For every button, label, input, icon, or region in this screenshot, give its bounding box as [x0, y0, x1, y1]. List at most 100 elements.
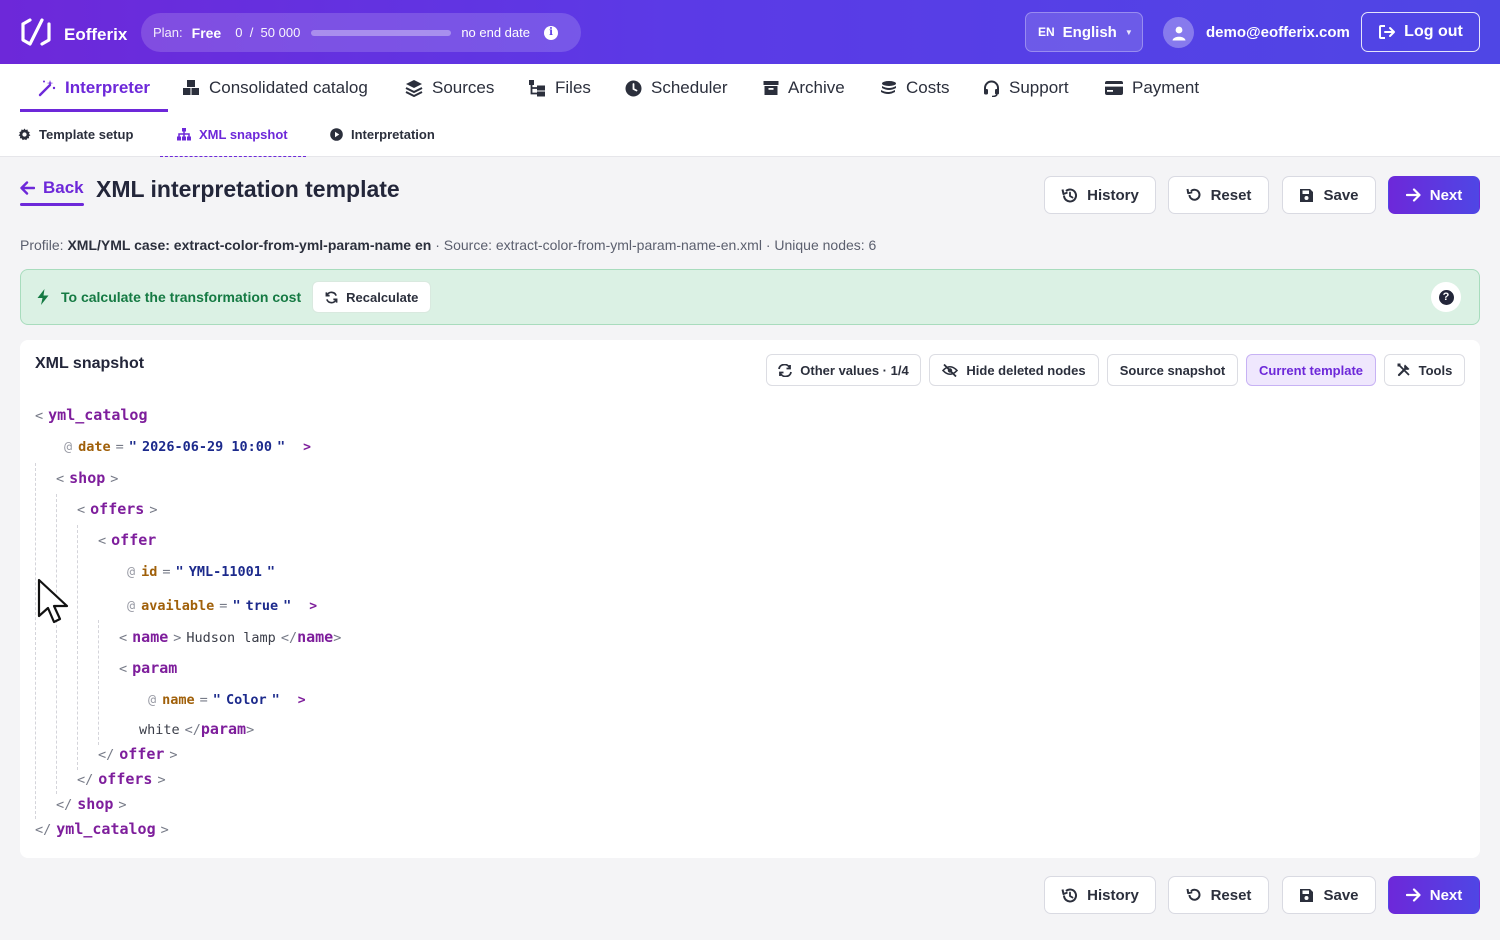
main-nav: Interpreter Consolidated catalog Sources…: [0, 64, 1500, 112]
nav-item-label: Scheduler: [651, 78, 728, 97]
page-title: XML interpretation template: [96, 176, 400, 202]
xml-node-param-text[interactable]: white </param >: [139, 720, 254, 738]
logout-icon: [1379, 25, 1396, 39]
profile-label: Profile:: [20, 237, 64, 253]
history-label: History: [1087, 886, 1139, 904]
reset-label: Reset: [1210, 886, 1252, 904]
xml-node-offers-open[interactable]: < offers >: [77, 500, 157, 518]
indent-guide: [77, 525, 78, 770]
logout-button[interactable]: Log out: [1361, 12, 1480, 52]
back-link[interactable]: Back: [20, 178, 84, 206]
brand[interactable]: Eofferix: [20, 18, 127, 51]
next-button-bottom[interactable]: Next: [1388, 876, 1480, 914]
user-icon: [1172, 26, 1185, 40]
floppy-icon: [1300, 888, 1314, 902]
user-menu[interactable]: demo@eofferix.com: [1163, 17, 1350, 48]
xml-node-root-close[interactable]: </yml_catalog >: [35, 820, 169, 838]
xml-node-offer-open[interactable]: < offer: [98, 531, 156, 549]
nav-item-label: Consolidated catalog: [209, 78, 368, 97]
back-label: Back: [43, 178, 84, 197]
recalculate-label: Recalculate: [346, 289, 419, 305]
save-label: Save: [1323, 186, 1359, 204]
xml-attr-param-name[interactable]: @ name = " Color " >: [148, 692, 306, 708]
history-button-bottom[interactable]: History: [1044, 876, 1156, 914]
info-icon[interactable]: i: [544, 25, 558, 40]
history-icon: [1061, 187, 1078, 202]
xml-attr-date[interactable]: @ date = " 2026-06-29 10:00 " >: [64, 439, 311, 455]
xml-node-root-open[interactable]: < yml_catalog: [35, 406, 147, 424]
history-label: History: [1087, 186, 1139, 204]
save-button[interactable]: Save: [1282, 176, 1376, 214]
tab-interpretation[interactable]: Interpretation: [330, 112, 435, 157]
save-button-bottom[interactable]: Save: [1282, 876, 1376, 914]
clock-icon: [625, 80, 642, 96]
indent-guide: [98, 620, 99, 745]
archive-icon: [763, 81, 779, 95]
tab-label: XML snapshot: [199, 127, 288, 142]
language-select[interactable]: EN English ▼: [1025, 12, 1143, 52]
nav-item-label: Archive: [788, 78, 845, 97]
arrow-right-icon: [1405, 888, 1421, 902]
recalculate-button[interactable]: Recalculate: [312, 281, 432, 313]
card-icon: [1105, 81, 1123, 95]
reset-button[interactable]: Reset: [1168, 176, 1269, 214]
next-label: Next: [1429, 886, 1463, 904]
wand-icon: [38, 80, 56, 97]
tab-xml-snapshot[interactable]: XML snapshot: [160, 112, 306, 157]
plan-count: 0 / 50 000: [235, 25, 301, 40]
nav-item-consolidated-catalog[interactable]: Consolidated catalog: [182, 64, 368, 112]
nav-item-archive[interactable]: Archive: [763, 64, 845, 112]
plan-name: Free: [191, 24, 222, 41]
nav-item-label: Costs: [906, 78, 950, 97]
xml-node-param-open[interactable]: < param: [119, 659, 177, 677]
profile-name: XML/YML case: extract-color-from-yml-par…: [67, 237, 432, 253]
nav-item-sources[interactable]: Sources: [405, 64, 494, 112]
help-button[interactable]: ?: [1431, 282, 1461, 312]
indent-guide: [56, 494, 57, 794]
tab-label: Interpretation: [351, 127, 435, 142]
folder-tree-icon: [529, 80, 545, 97]
xml-tree: < yml_catalog @ date = " 2026-06-29 10:00 " > <…: [20, 340, 1480, 858]
xml-attr-available[interactable]: @ available = " true " >: [127, 598, 317, 614]
nav-item-scheduler[interactable]: Scheduler: [625, 64, 728, 112]
nav-item-label: Files: [555, 78, 591, 97]
coins-icon: [881, 80, 896, 94]
xml-snapshot-panel: XML snapshot Other values · 1/4 Hide del…: [20, 340, 1480, 858]
nav-item-files[interactable]: Files: [528, 64, 591, 112]
nav-item-interpreter[interactable]: Interpreter: [19, 64, 169, 112]
nav-item-label: Payment: [1132, 78, 1200, 97]
xml-node-offers-close[interactable]: </offers >: [77, 770, 166, 788]
plan-label: Plan:: [153, 25, 183, 40]
xml-attr-id[interactable]: @ id = " YML-11001 ": [127, 564, 275, 580]
cost-banner: To calculate the transformation cost Rec…: [20, 269, 1480, 325]
xml-node-shop-close[interactable]: </shop >: [56, 795, 127, 813]
play-circle-icon: [330, 128, 343, 141]
xml-node-shop-open[interactable]: < shop >: [56, 469, 118, 487]
save-label: Save: [1323, 886, 1359, 904]
nav-item-costs[interactable]: Costs: [880, 64, 949, 112]
plan-expiry: no end date: [461, 25, 530, 40]
user-email: demo@eofferix.com: [1206, 24, 1350, 41]
xml-node-name[interactable]: < name > Hudson lamp </name >: [119, 628, 341, 646]
xml-node-offer-close[interactable]: </offer >: [98, 745, 178, 763]
tab-template-setup[interactable]: Template setup: [18, 112, 133, 157]
next-button[interactable]: Next: [1388, 176, 1480, 214]
tab-label: Template setup: [39, 127, 134, 142]
nav-item-label: Sources: [432, 78, 495, 97]
floppy-icon: [1300, 188, 1314, 202]
nav-item-support[interactable]: Support: [983, 64, 1069, 112]
history-icon: [1061, 887, 1078, 902]
headset-icon: [984, 80, 999, 97]
next-label: Next: [1429, 186, 1463, 204]
language-code: EN: [1038, 25, 1055, 39]
logo-icon: [20, 18, 52, 51]
undo-icon: [1186, 888, 1200, 901]
gear-icon: [18, 128, 31, 141]
profile-source: · Source: extract-color-from-yml-param-n…: [435, 237, 877, 253]
nav-item-label: Interpreter: [65, 78, 151, 97]
nav-item-payment[interactable]: Payment: [1105, 64, 1199, 112]
sub-nav: Template setup XML snapshot Interpretati…: [0, 112, 1500, 157]
indent-guide: [35, 463, 36, 819]
reset-button-bottom[interactable]: Reset: [1168, 876, 1269, 914]
history-button[interactable]: History: [1044, 176, 1156, 214]
